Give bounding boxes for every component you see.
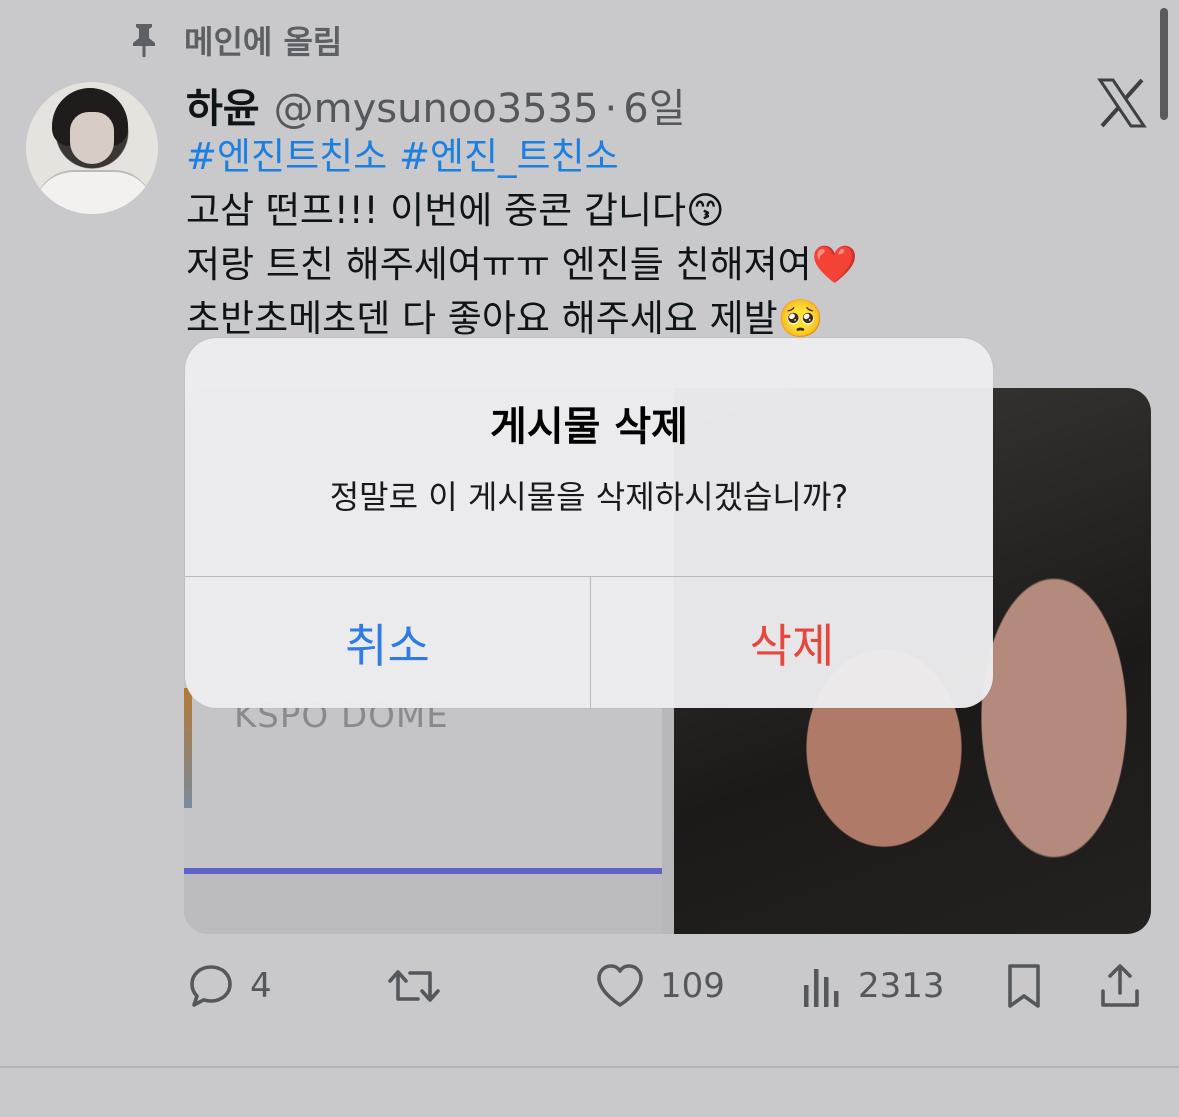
hashtag-link[interactable]: #엔진_트친소 bbox=[399, 135, 619, 178]
like-button[interactable]: 109 bbox=[594, 956, 725, 1016]
retweet-button[interactable] bbox=[386, 956, 442, 1016]
separator-dot: · bbox=[604, 86, 618, 132]
pinned-indicator: 메인에 올림 bbox=[126, 18, 342, 62]
tweet-line: 저랑 트친 해주세여ㅠㅠ 엔진들 친해져여❤️ bbox=[186, 243, 858, 286]
views-button[interactable]: 2313 bbox=[800, 956, 945, 1016]
retweet-icon bbox=[388, 970, 440, 1002]
divider bbox=[0, 1066, 1179, 1068]
action-bar: 4 109 2313 bbox=[186, 956, 1146, 1016]
dialog-title: 게시물 삭제 bbox=[490, 404, 688, 450]
reply-button[interactable]: 4 bbox=[186, 956, 272, 1016]
heart-icon bbox=[597, 964, 643, 1007]
pinned-label: 메인에 올림 bbox=[184, 23, 343, 61]
display-name[interactable]: 하윤 bbox=[186, 76, 260, 134]
share-button[interactable] bbox=[1098, 956, 1142, 1016]
views-icon bbox=[804, 969, 839, 1007]
tweet-line: 고삼 떤프!!! 이번에 중콘 갑니다😙 bbox=[186, 189, 725, 232]
delete-post-dialog: 게시물 삭제 정말로 이 게시물을 삭제하시겠습니까? 취소 삭제 bbox=[185, 338, 993, 708]
reply-icon bbox=[190, 965, 232, 1007]
timestamp[interactable]: 6일 bbox=[623, 76, 685, 134]
view-count: 2313 bbox=[858, 966, 945, 1006]
delete-button[interactable]: 삭제 bbox=[591, 577, 993, 708]
hashtag-line: #엔진트친소 #엔진_트친소 bbox=[186, 130, 1146, 184]
tweet-header: 하윤 @mysunoo3535 · 6일 bbox=[186, 76, 686, 132]
pin-icon bbox=[126, 20, 162, 60]
like-count: 109 bbox=[660, 966, 725, 1006]
user-handle[interactable]: @mysunoo3535 bbox=[274, 86, 599, 132]
tweet-text: #엔진트친소 #엔진_트친소 고삼 떤프!!! 이번에 중콘 갑니다😙 저랑 트… bbox=[186, 130, 1146, 346]
dialog-message: 정말로 이 게시물을 삭제하시겠습니까? bbox=[329, 478, 849, 516]
reply-count: 4 bbox=[250, 966, 272, 1006]
share-icon bbox=[1101, 964, 1139, 1007]
avatar[interactable] bbox=[26, 82, 158, 214]
bookmark-icon bbox=[1008, 964, 1040, 1008]
scrollbar[interactable] bbox=[1160, 8, 1168, 120]
x-logo-icon bbox=[1096, 78, 1148, 128]
hashtag-link[interactable]: #엔진트친소 bbox=[186, 135, 387, 178]
bookmark-button[interactable] bbox=[1002, 956, 1046, 1016]
cancel-button[interactable]: 취소 bbox=[185, 577, 590, 708]
